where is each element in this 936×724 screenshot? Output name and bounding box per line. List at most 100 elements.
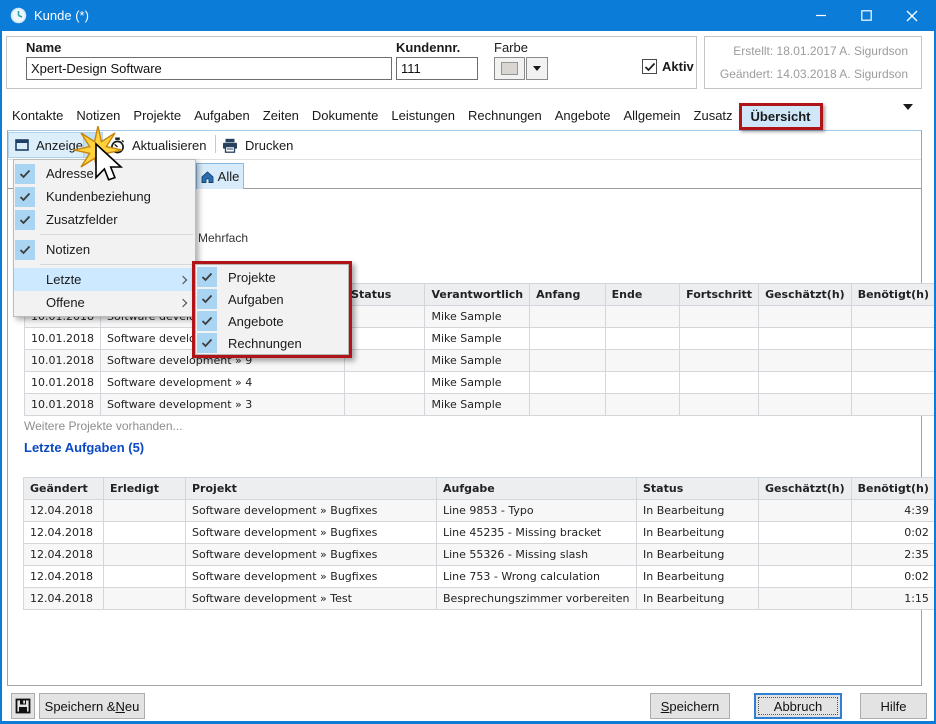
table-row[interactable]: 12.04.2018Software development » Bugfixe… xyxy=(24,566,936,588)
tab-zusatz[interactable]: Zusatz xyxy=(688,103,739,128)
submenu-item-angebote[interactable]: Angebote xyxy=(196,310,348,332)
name-input[interactable] xyxy=(26,57,392,80)
column-header[interactable]: Erledigt xyxy=(104,478,186,500)
stopwatch-icon xyxy=(110,137,125,154)
table-row[interactable]: 12.04.2018Software development » Bugfixe… xyxy=(24,522,936,544)
chevron-down-icon xyxy=(903,104,913,125)
tab-allgemein[interactable]: Allgemein xyxy=(617,103,686,128)
table-cell xyxy=(851,306,935,328)
submenu-item-aufgaben[interactable]: Aufgaben xyxy=(196,288,348,310)
menu-item-adresse[interactable]: Adresse xyxy=(14,162,195,185)
tab-aufgaben[interactable]: Aufgaben xyxy=(188,103,256,128)
floppy-disk-icon xyxy=(15,698,31,714)
table-cell: 0:02 xyxy=(851,566,935,588)
table-cell: In Bearbeitung xyxy=(637,566,759,588)
table-row[interactable]: 12.04.2018Software development » Bugfixe… xyxy=(24,500,936,522)
tab-dokumente[interactable]: Dokumente xyxy=(306,103,384,128)
menu-check-gutter xyxy=(196,288,218,311)
hilfe-button[interactable]: Hilfe xyxy=(860,693,927,719)
kunde-dialog: Kunde (*) Name Kundennr. Farbe Aktiv Ers… xyxy=(0,0,936,724)
column-header[interactable]: Geändert xyxy=(24,478,104,500)
tab-overflow-button[interactable] xyxy=(903,110,913,125)
menu-item-label: Aufgaben xyxy=(228,292,284,307)
table-cell xyxy=(759,394,852,416)
subtab-alle[interactable]: Alle xyxy=(196,163,244,189)
table-row[interactable]: 12.04.2018Software development » Bugfixe… xyxy=(24,544,936,566)
table-cell: Software development » Test xyxy=(186,588,437,610)
minimize-button[interactable] xyxy=(799,0,844,31)
tab-leistungen[interactable]: Leistungen xyxy=(385,103,461,128)
check-icon xyxy=(201,272,213,282)
tab-kontakte[interactable]: Kontakte xyxy=(6,103,69,128)
column-header[interactable]: Fortschritt xyxy=(680,284,759,306)
tab-bar: KontakteNotizenProjekteAufgabenZeitenDok… xyxy=(6,100,821,130)
printer-icon xyxy=(222,138,238,153)
menu-item-kundenbeziehung[interactable]: Kundenbeziehung xyxy=(14,185,195,208)
table-row[interactable]: 10.01.2018Software development » 3Mike S… xyxy=(25,394,936,416)
menu-check-gutter xyxy=(14,162,36,185)
tab-übersicht[interactable]: Übersicht xyxy=(739,103,823,130)
save-icon-button[interactable] xyxy=(11,693,35,719)
color-swatch-button[interactable] xyxy=(494,57,525,80)
aktualisieren-label: Aktualisieren xyxy=(132,138,206,153)
drucken-button[interactable]: Drucken xyxy=(222,132,293,158)
table-cell: Mike Sample xyxy=(425,372,530,394)
table-cell: 0:02 xyxy=(851,522,935,544)
tab-angebote[interactable]: Angebote xyxy=(549,103,617,128)
column-header[interactable]: Status xyxy=(345,284,425,306)
table-row[interactable]: 10.01.2018Software development » 4Mike S… xyxy=(25,372,936,394)
table-cell xyxy=(345,328,425,350)
column-header[interactable]: Geschätzt(h) xyxy=(759,478,852,500)
column-header[interactable]: Verantwortlich xyxy=(425,284,530,306)
maximize-button[interactable] xyxy=(844,0,889,31)
close-button[interactable] xyxy=(889,0,934,31)
anzeige-label: Anzeige xyxy=(36,138,83,153)
column-header[interactable]: Geschätzt(h) xyxy=(759,284,852,306)
anzeige-split-button[interactable]: Anzeige xyxy=(8,132,103,158)
table-cell xyxy=(104,500,186,522)
table-row[interactable]: 10.01.2018Software developmentMike Sampl… xyxy=(25,328,936,350)
table-cell xyxy=(759,328,852,350)
column-header[interactable]: Ende xyxy=(605,284,680,306)
menu-item-notizen[interactable]: Notizen xyxy=(14,238,195,261)
table-row[interactable]: 12.04.2018Software development » TestBes… xyxy=(24,588,936,610)
table-row[interactable]: 10.01.2018Software development » 9Mike S… xyxy=(25,350,936,372)
tab-zeiten[interactable]: Zeiten xyxy=(257,103,305,128)
tab-rechnungen[interactable]: Rechnungen xyxy=(462,103,548,128)
menu-item-zusatzfelder[interactable]: Zusatzfelder xyxy=(14,208,195,231)
speichern-neu-button[interactable]: Speichern & Neu xyxy=(39,693,145,719)
color-dropdown-button[interactable] xyxy=(526,57,548,80)
table-cell xyxy=(104,566,186,588)
table-cell xyxy=(605,394,680,416)
table-cell: Software development » Bugfixes xyxy=(186,522,437,544)
menu-item-letzte[interactable]: Letzte xyxy=(14,268,195,291)
more-projects-note: Weitere Projekte vorhanden... xyxy=(24,419,183,433)
table-cell xyxy=(851,328,935,350)
column-header[interactable]: Anfang xyxy=(530,284,606,306)
submenu-item-projekte[interactable]: Projekte xyxy=(196,266,348,288)
tasks-heading: Letzte Aufgaben (5) xyxy=(24,440,144,455)
table-cell: 10.01.2018 xyxy=(25,394,101,416)
menu-check-gutter xyxy=(14,208,36,231)
column-header[interactable]: Benötigt(h) xyxy=(851,478,935,500)
table-cell xyxy=(851,394,935,416)
kundennr-input[interactable] xyxy=(396,57,478,80)
tab-notizen[interactable]: Notizen xyxy=(70,103,126,128)
column-header[interactable]: Projekt xyxy=(186,478,437,500)
menu-item-label: Projekte xyxy=(228,270,276,285)
anzeige-dropdown-arrow[interactable] xyxy=(83,133,102,157)
aktualisieren-button[interactable]: Aktualisieren xyxy=(110,132,206,158)
menu-item-offene[interactable]: Offene xyxy=(14,291,195,314)
table-cell: Software development » 4 xyxy=(100,372,344,394)
menu-separator xyxy=(40,264,193,265)
speichern-button[interactable]: Speichern xyxy=(650,693,730,719)
aktiv-checkbox[interactable] xyxy=(642,59,657,74)
tasks-table: GeändertErledigtProjektAufgabeStatusGesc… xyxy=(23,477,936,610)
column-header[interactable]: Status xyxy=(637,478,759,500)
tab-projekte[interactable]: Projekte xyxy=(127,103,187,128)
column-header[interactable]: Aufgabe xyxy=(437,478,637,500)
checked-indicator xyxy=(15,240,35,260)
column-header[interactable]: Benötigt(h) xyxy=(851,284,935,306)
abbruch-button[interactable]: Abbruch xyxy=(754,693,842,719)
submenu-item-rechnungen[interactable]: Rechnungen xyxy=(196,332,348,354)
